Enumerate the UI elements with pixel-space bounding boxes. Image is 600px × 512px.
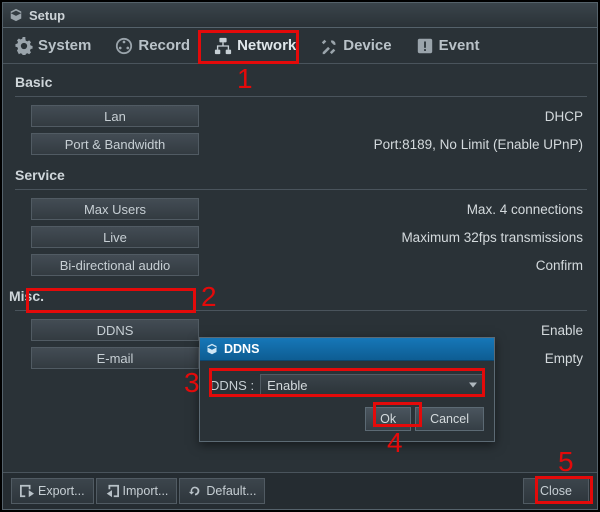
lan-button[interactable]: Lan	[31, 105, 199, 127]
section-service-title: Service	[15, 167, 587, 183]
section-basic-title: Basic	[15, 74, 587, 90]
tab-system[interactable]: System	[3, 28, 103, 63]
section-misc-title: Misc.	[9, 288, 587, 304]
tab-record[interactable]: Record	[103, 28, 202, 63]
export-button[interactable]: Export...	[11, 478, 94, 504]
popup-title-text: DDNS	[224, 342, 259, 356]
chevron-down-icon	[469, 383, 477, 388]
divider	[15, 189, 587, 190]
tab-event[interactable]: Event	[404, 28, 492, 63]
cancel-button[interactable]: Cancel	[415, 407, 484, 431]
tools-icon	[320, 37, 338, 55]
ddns-select-value: Enable	[267, 378, 307, 393]
alert-icon	[416, 37, 434, 55]
divider	[15, 310, 587, 311]
lan-value: DHCP	[199, 109, 587, 124]
tab-label: System	[38, 37, 91, 54]
close-button[interactable]: Close	[523, 478, 589, 504]
bidir-audio-value: Confirm	[199, 258, 587, 273]
tab-strip: System Record Network Device Event	[3, 28, 597, 64]
port-bandwidth-button[interactable]: Port & Bandwidth	[31, 133, 199, 155]
row-live: Live Maximum 32fps transmissions	[15, 224, 587, 250]
ddns-button[interactable]: DDNS	[31, 319, 199, 341]
tab-label: Network	[237, 37, 296, 54]
live-button[interactable]: Live	[31, 226, 199, 248]
ddns-value: Enable	[199, 323, 587, 338]
tab-label: Device	[343, 37, 391, 54]
popup-body: DDNS : Enable Ok Cancel	[200, 361, 494, 441]
cube-icon	[206, 343, 218, 355]
bidir-audio-button[interactable]: Bi-directional audio	[31, 254, 199, 276]
titlebar: Setup	[3, 3, 597, 28]
window-title: Setup	[29, 8, 65, 23]
ddns-popup: DDNS DDNS : Enable Ok Cancel	[199, 337, 495, 442]
gear-icon	[15, 37, 33, 55]
row-bidir-audio: Bi-directional audio Confirm	[15, 252, 587, 278]
reel-icon	[115, 37, 133, 55]
max-users-button[interactable]: Max Users	[31, 198, 199, 220]
setup-window: Setup System Record Network Device	[2, 2, 598, 510]
refresh-icon	[188, 484, 202, 498]
ok-button[interactable]: Ok	[365, 407, 411, 431]
email-button[interactable]: E-mail	[31, 347, 199, 369]
row-lan: Lan DHCP	[15, 103, 587, 129]
import-icon	[105, 484, 119, 498]
row-port: Port & Bandwidth Port:8189, No Limit (En…	[15, 131, 587, 157]
cube-icon	[9, 8, 23, 22]
export-icon	[20, 484, 34, 498]
tab-label: Event	[439, 37, 480, 54]
ddns-select[interactable]: Enable	[260, 374, 484, 396]
footer: Export... Import... Default... Close	[3, 472, 597, 509]
tab-device[interactable]: Device	[308, 28, 403, 63]
row-max-users: Max Users Max. 4 connections	[15, 196, 587, 222]
tab-network[interactable]: Network	[202, 28, 308, 63]
ddns-field-label: DDNS :	[210, 378, 254, 393]
divider	[15, 96, 587, 97]
max-users-value: Max. 4 connections	[199, 202, 587, 217]
default-button[interactable]: Default...	[179, 478, 265, 504]
import-button[interactable]: Import...	[96, 478, 178, 504]
tab-label: Record	[138, 37, 190, 54]
live-value: Maximum 32fps transmissions	[199, 230, 587, 245]
popup-titlebar: DDNS	[200, 338, 494, 361]
port-value: Port:8189, No Limit (Enable UPnP)	[199, 137, 587, 152]
network-icon	[214, 37, 232, 55]
popup-actions: Ok Cancel	[210, 407, 484, 431]
ddns-field-row: DDNS : Enable	[210, 373, 484, 397]
